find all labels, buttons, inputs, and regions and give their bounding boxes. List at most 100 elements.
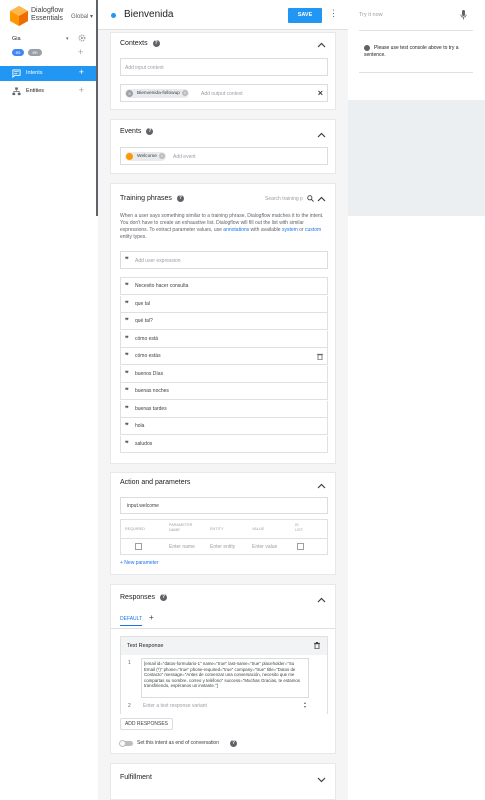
agent-name[interactable]: Gia xyxy=(12,36,21,42)
console-info-text: Please use test console above to try a s… xyxy=(364,45,459,58)
training-phrase-text[interactable]: cómo estás xyxy=(135,353,161,359)
training-phrase-row[interactable]: ❞ qué tal? xyxy=(120,313,328,330)
chevron-up-icon[interactable] xyxy=(317,132,326,138)
text-response-title: Text Response xyxy=(127,643,164,649)
parameter-name-input[interactable]: Enter name xyxy=(169,544,195,550)
training-phrases-title: Training phrases? xyxy=(120,195,184,202)
training-phrase-text[interactable]: qué tal? xyxy=(135,318,153,324)
help-icon[interactable]: ? xyxy=(230,740,237,747)
clear-icon[interactable]: × xyxy=(318,88,323,98)
sidebar-item-entities[interactable]: Entities + xyxy=(0,84,96,99)
help-icon[interactable]: ? xyxy=(176,195,184,202)
add-user-expression-input[interactable]: ❞ Add user expression xyxy=(120,251,328,269)
training-phrase-text[interactable]: Necesito hacer consulta xyxy=(135,283,188,289)
quote-icon: ❞ xyxy=(125,283,129,290)
training-phrase-row[interactable]: ❞ saludos xyxy=(120,435,328,453)
response-variant-input[interactable]: Enter a text response variant xyxy=(143,703,207,709)
gear-icon[interactable] xyxy=(78,34,86,42)
output-context-chip[interactable]: 5 Bienvenida-followup × xyxy=(125,89,189,98)
training-phrase-row[interactable]: ❞ buenos Días xyxy=(120,365,328,383)
training-phrase-row[interactable]: ❞ Necesito hacer consulta xyxy=(120,278,328,295)
column-header-required: REQUIRED xyxy=(125,527,146,531)
intent-title[interactable]: Bienvenida xyxy=(124,9,173,20)
input-context-field[interactable]: Add input context xyxy=(120,58,328,76)
delete-icon[interactable] xyxy=(317,353,323,360)
stepper-icon[interactable]: ▴ ▾ xyxy=(304,701,306,709)
system-link[interactable]: system xyxy=(282,227,298,233)
annotations-link[interactable]: annotations xyxy=(223,227,249,233)
training-phrase-row[interactable]: ❞ que tal xyxy=(120,295,328,313)
training-phrase-row[interactable]: ❞ buenas noches xyxy=(120,383,328,400)
hierarchy-icon xyxy=(12,87,21,96)
action-title: Action and parameters xyxy=(120,479,191,486)
sidebar-item-intents[interactable]: Intents + xyxy=(0,66,96,81)
delete-icon[interactable] xyxy=(314,642,320,649)
save-button[interactable]: SAVE xyxy=(288,8,322,23)
agent-dropdown-icon[interactable]: ▾ xyxy=(66,36,69,42)
value-input[interactable]: Enter value xyxy=(252,544,277,550)
training-phrase-text[interactable]: buenas tardes xyxy=(135,406,167,412)
training-phrase-row[interactable]: ❞ buenas tardes xyxy=(120,400,328,418)
training-phrase-text[interactable]: buenas noches xyxy=(135,388,169,394)
event-field[interactable]: Welcome × Add event xyxy=(120,147,328,165)
add-responses-button[interactable]: ADD RESPONSES xyxy=(120,718,173,730)
language-es-chip[interactable]: es xyxy=(12,49,24,56)
required-checkbox[interactable] xyxy=(135,543,142,550)
search-icon[interactable] xyxy=(307,195,314,202)
text-response-block: Text Response 1 [email id="datos-formula… xyxy=(120,636,328,714)
event-chip[interactable]: Welcome × xyxy=(125,152,166,161)
microphone-icon[interactable] xyxy=(460,10,467,20)
training-phrase-text[interactable]: cómo está xyxy=(135,336,158,342)
action-parameters-card: Action and parameters input.welcome REQU… xyxy=(110,472,336,575)
training-phrases-card: Training phrases? Search training p When… xyxy=(110,183,336,464)
training-phrase-row[interactable]: ❞ hola xyxy=(120,418,328,435)
new-parameter-link[interactable]: + New parameter xyxy=(120,560,159,566)
lifespan-badge[interactable]: 5 xyxy=(126,90,133,97)
chevron-up-icon[interactable] xyxy=(317,483,326,489)
chevron-up-icon[interactable] xyxy=(317,42,326,48)
toggle-knob[interactable] xyxy=(119,740,126,747)
action-name-input[interactable]: input.welcome xyxy=(120,497,328,514)
add-language-icon[interactable]: + xyxy=(78,48,83,57)
chevron-up-icon[interactable] xyxy=(317,196,326,202)
table-divider xyxy=(121,538,327,539)
training-phrase-text[interactable]: que tal xyxy=(135,301,150,307)
entity-input[interactable]: Enter entity xyxy=(210,544,235,550)
add-tab-icon[interactable]: + xyxy=(149,613,154,622)
tab-default[interactable]: DEFAULT xyxy=(120,616,143,626)
region-select[interactable]: Global ▾ xyxy=(71,13,93,20)
remove-chip-icon[interactable]: × xyxy=(158,153,165,159)
sidebar-item-label: Intents xyxy=(26,70,43,76)
training-phrase-text[interactable]: hola xyxy=(135,423,144,429)
training-phrase-row[interactable]: ❞ cómo estás xyxy=(120,348,328,365)
row-number: 1 xyxy=(128,660,131,666)
add-entity-icon[interactable]: + xyxy=(79,86,84,95)
chevron-down-icon[interactable] xyxy=(317,777,326,783)
add-intent-icon[interactable]: + xyxy=(79,68,84,77)
response-rows: 1 [email id="datos-formulario-1" name="t… xyxy=(121,655,327,714)
training-phrase-text[interactable]: saludos xyxy=(135,441,152,447)
response-text-input[interactable]: [email id="datos-formulario-1" name="tru… xyxy=(141,658,309,698)
training-search-input[interactable]: Search training p xyxy=(265,196,303,202)
responses-card: Responses? DEFAULT + Text Response 1 [em… xyxy=(110,584,336,754)
remove-chip-icon[interactable]: × xyxy=(181,90,188,96)
more-options-icon[interactable]: ⋮ xyxy=(329,9,338,18)
custom-link[interactable]: custom xyxy=(305,227,321,233)
training-phrase-text[interactable]: buenos Días xyxy=(135,371,163,377)
language-en-chip[interactable]: en xyxy=(28,49,42,56)
left-nav-lower xyxy=(0,216,98,800)
chevron-up-icon[interactable] xyxy=(317,597,326,603)
training-phrase-row[interactable]: ❞ cómo está xyxy=(120,330,328,348)
quote-icon: ❞ xyxy=(125,300,129,308)
try-it-now-input[interactable]: Try it now xyxy=(359,12,383,18)
column-header-value: VALUE xyxy=(252,527,265,531)
help-icon[interactable]: ? xyxy=(146,128,154,135)
help-icon[interactable]: ? xyxy=(152,40,160,47)
dialogflow-logo-icon xyxy=(10,6,28,26)
quote-icon: ❞ xyxy=(125,353,129,360)
is-list-checkbox[interactable] xyxy=(297,543,304,550)
console-divider xyxy=(359,72,473,73)
quote-icon: ❞ xyxy=(125,388,129,395)
help-icon[interactable]: ? xyxy=(160,594,168,601)
output-context-field[interactable]: 5 Bienvenida-followup × Add output conte… xyxy=(120,84,328,102)
